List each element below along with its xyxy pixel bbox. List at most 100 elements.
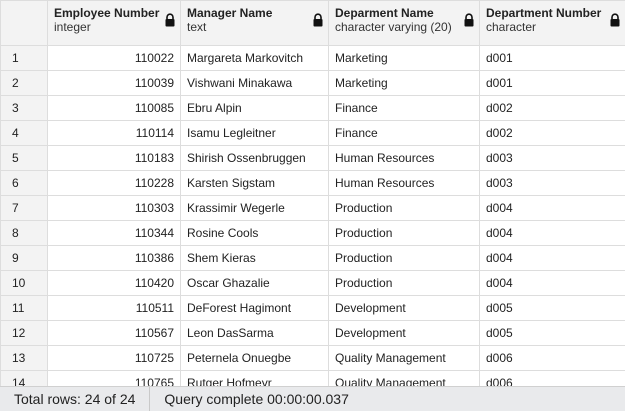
table-row[interactable]: 6 110228 Karsten Sigstam Human Resources d00… — [0, 170, 625, 196]
employee-number-cell[interactable]: 110228 — [47, 170, 181, 196]
department-name-cell[interactable]: Quality Management — [328, 345, 480, 371]
employee-number-cell[interactable]: 110765 — [47, 370, 181, 386]
status-bar: Total rows: 24 of 24 Query complete 00:0… — [0, 386, 625, 411]
department-name-cell[interactable]: Marketing — [328, 70, 480, 96]
table-row[interactable]: 3 110085 Ebru Alpin Finance d002 — [0, 95, 625, 121]
manager-name-cell[interactable]: Oscar Ghazalie — [180, 270, 329, 296]
employee-number-cell[interactable]: 110511 — [47, 295, 181, 321]
department-number-cell[interactable]: d006 — [479, 345, 625, 371]
table-row[interactable]: 13 110725 Peternela Onuegbe Quality Managem… — [0, 345, 625, 371]
lock-icon — [464, 13, 474, 27]
employee-number-cell[interactable]: 110567 — [47, 320, 181, 346]
department-number-cell[interactable]: d001 — [479, 45, 625, 71]
table-row[interactable]: 9 110386 Shem Kieras Production d004 — [0, 245, 625, 271]
manager-name-cell[interactable]: Rosine Cools — [180, 220, 329, 246]
manager-name-cell[interactable]: Vishwani Minakawa — [180, 70, 329, 96]
row-number-cell[interactable]: 3 — [0, 95, 48, 121]
column-name: Employee Number — [54, 6, 160, 20]
row-number-cell[interactable]: 9 — [0, 245, 48, 271]
department-number-cell[interactable]: d004 — [479, 220, 625, 246]
employee-number-cell[interactable]: 110725 — [47, 345, 181, 371]
lock-icon — [165, 13, 175, 27]
result-grid[interactable]: Employee Number integer Manager Name tex… — [0, 0, 625, 386]
manager-name-cell[interactable]: Isamu Legleitner — [180, 120, 329, 146]
row-number-cell[interactable]: 5 — [0, 145, 48, 171]
department-number-cell[interactable]: d002 — [479, 120, 625, 146]
table-row[interactable]: 11 110511 DeForest Hagimont Development d005 — [0, 295, 625, 321]
department-name-cell[interactable]: Production — [328, 220, 480, 246]
manager-name-cell[interactable]: Shem Kieras — [180, 245, 329, 271]
department-number-cell[interactable]: d001 — [479, 70, 625, 96]
row-number-cell[interactable]: 6 — [0, 170, 48, 196]
department-number-cell[interactable]: d002 — [479, 95, 625, 121]
table-row[interactable]: 2 110039 Vishwani Minakawa Marketing d001 — [0, 70, 625, 96]
row-number-cell[interactable]: 4 — [0, 120, 48, 146]
department-number-cell[interactable]: d003 — [479, 170, 625, 196]
department-name-cell[interactable]: Development — [328, 320, 480, 346]
row-number-cell[interactable]: 1 — [0, 45, 48, 71]
row-number-cell[interactable]: 7 — [0, 195, 48, 221]
row-number-cell[interactable]: 13 — [0, 345, 48, 371]
row-number-header[interactable] — [0, 0, 48, 46]
column-header-employee-number[interactable]: Employee Number integer — [47, 0, 181, 46]
employee-number-cell[interactable]: 110114 — [47, 120, 181, 146]
column-name: Deparment Name — [335, 6, 434, 20]
row-number-cell[interactable]: 14 — [0, 370, 48, 386]
employee-number-cell[interactable]: 110303 — [47, 195, 181, 221]
employee-number-cell[interactable]: 110344 — [47, 220, 181, 246]
table-row[interactable]: 14 110765 Rutger Hofmeyr Quality Management… — [0, 370, 625, 386]
table-row[interactable]: 8 110344 Rosine Cools Production d004 — [0, 220, 625, 246]
column-header-manager-name[interactable]: Manager Name text — [180, 0, 329, 46]
department-number-cell[interactable]: d004 — [479, 270, 625, 296]
employee-number-cell[interactable]: 110420 — [47, 270, 181, 296]
row-number-cell[interactable]: 11 — [0, 295, 48, 321]
manager-name-cell[interactable]: DeForest Hagimont — [180, 295, 329, 321]
department-number-cell[interactable]: d003 — [479, 145, 625, 171]
department-number-cell[interactable]: d005 — [479, 320, 625, 346]
table-row[interactable]: 5 110183 Shirish Ossenbruggen Human Resourc… — [0, 145, 625, 171]
table-row[interactable]: 7 110303 Krassimir Wegerle Production d004 — [0, 195, 625, 221]
department-name-cell[interactable]: Finance — [328, 95, 480, 121]
manager-name-cell[interactable]: Ebru Alpin — [180, 95, 329, 121]
department-number-cell[interactable]: d004 — [479, 195, 625, 221]
department-name-cell[interactable]: Human Resources — [328, 170, 480, 196]
manager-name-cell[interactable]: Leon DasSarma — [180, 320, 329, 346]
table-row[interactable]: 12 110567 Leon DasSarma Development d005 — [0, 320, 625, 346]
manager-name-cell[interactable]: Shirish Ossenbruggen — [180, 145, 329, 171]
manager-name-cell[interactable]: Rutger Hofmeyr — [180, 370, 329, 386]
employee-number-cell[interactable]: 110039 — [47, 70, 181, 96]
department-name-cell[interactable]: Production — [328, 270, 480, 296]
department-number-cell[interactable]: d006 — [479, 370, 625, 386]
row-number-cell[interactable]: 8 — [0, 220, 48, 246]
manager-name-cell[interactable]: Karsten Sigstam — [180, 170, 329, 196]
row-number-cell[interactable]: 2 — [0, 70, 48, 96]
table-row[interactable]: 1 110022 Margareta Markovitch Marketing d001 — [0, 45, 625, 71]
header-row: Employee Number integer Manager Name tex… — [0, 0, 625, 46]
row-number-cell[interactable]: 12 — [0, 320, 48, 346]
table-row[interactable]: 4 110114 Isamu Legleitner Finance d002 — [0, 120, 625, 146]
employee-number-cell[interactable]: 110085 — [47, 95, 181, 121]
total-rows-text: Total rows: 24 of 24 — [14, 391, 136, 407]
department-number-cell[interactable]: d004 — [479, 245, 625, 271]
manager-name-cell[interactable]: Margareta Markovitch — [180, 45, 329, 71]
column-type: character varying (20) — [335, 20, 452, 34]
manager-name-cell[interactable]: Krassimir Wegerle — [180, 195, 329, 221]
row-number-cell[interactable]: 10 — [0, 270, 48, 296]
department-name-cell[interactable]: Marketing — [328, 45, 480, 71]
department-name-cell[interactable]: Production — [328, 245, 480, 271]
employee-number-cell[interactable]: 110022 — [47, 45, 181, 71]
department-number-cell[interactable]: d005 — [479, 295, 625, 321]
column-header-department-number[interactable]: Department Number character — [479, 0, 625, 46]
department-name-cell[interactable]: Development — [328, 295, 480, 321]
table-row[interactable]: 10 110420 Oscar Ghazalie Production d004 — [0, 270, 625, 296]
column-header-department-name[interactable]: Deparment Name character varying (20) — [328, 0, 480, 46]
department-name-cell[interactable]: Human Resources — [328, 145, 480, 171]
table-body: 1 110022 Margareta Markovitch Marketing d001… — [0, 45, 625, 386]
employee-number-cell[interactable]: 110386 — [47, 245, 181, 271]
department-name-cell[interactable]: Production — [328, 195, 480, 221]
manager-name-cell[interactable]: Peternela Onuegbe — [180, 345, 329, 371]
department-name-cell[interactable]: Finance — [328, 120, 480, 146]
employee-number-cell[interactable]: 110183 — [47, 145, 181, 171]
department-name-cell[interactable]: Quality Management — [328, 370, 480, 386]
result-table: Employee Number integer Manager Name tex… — [0, 0, 625, 386]
